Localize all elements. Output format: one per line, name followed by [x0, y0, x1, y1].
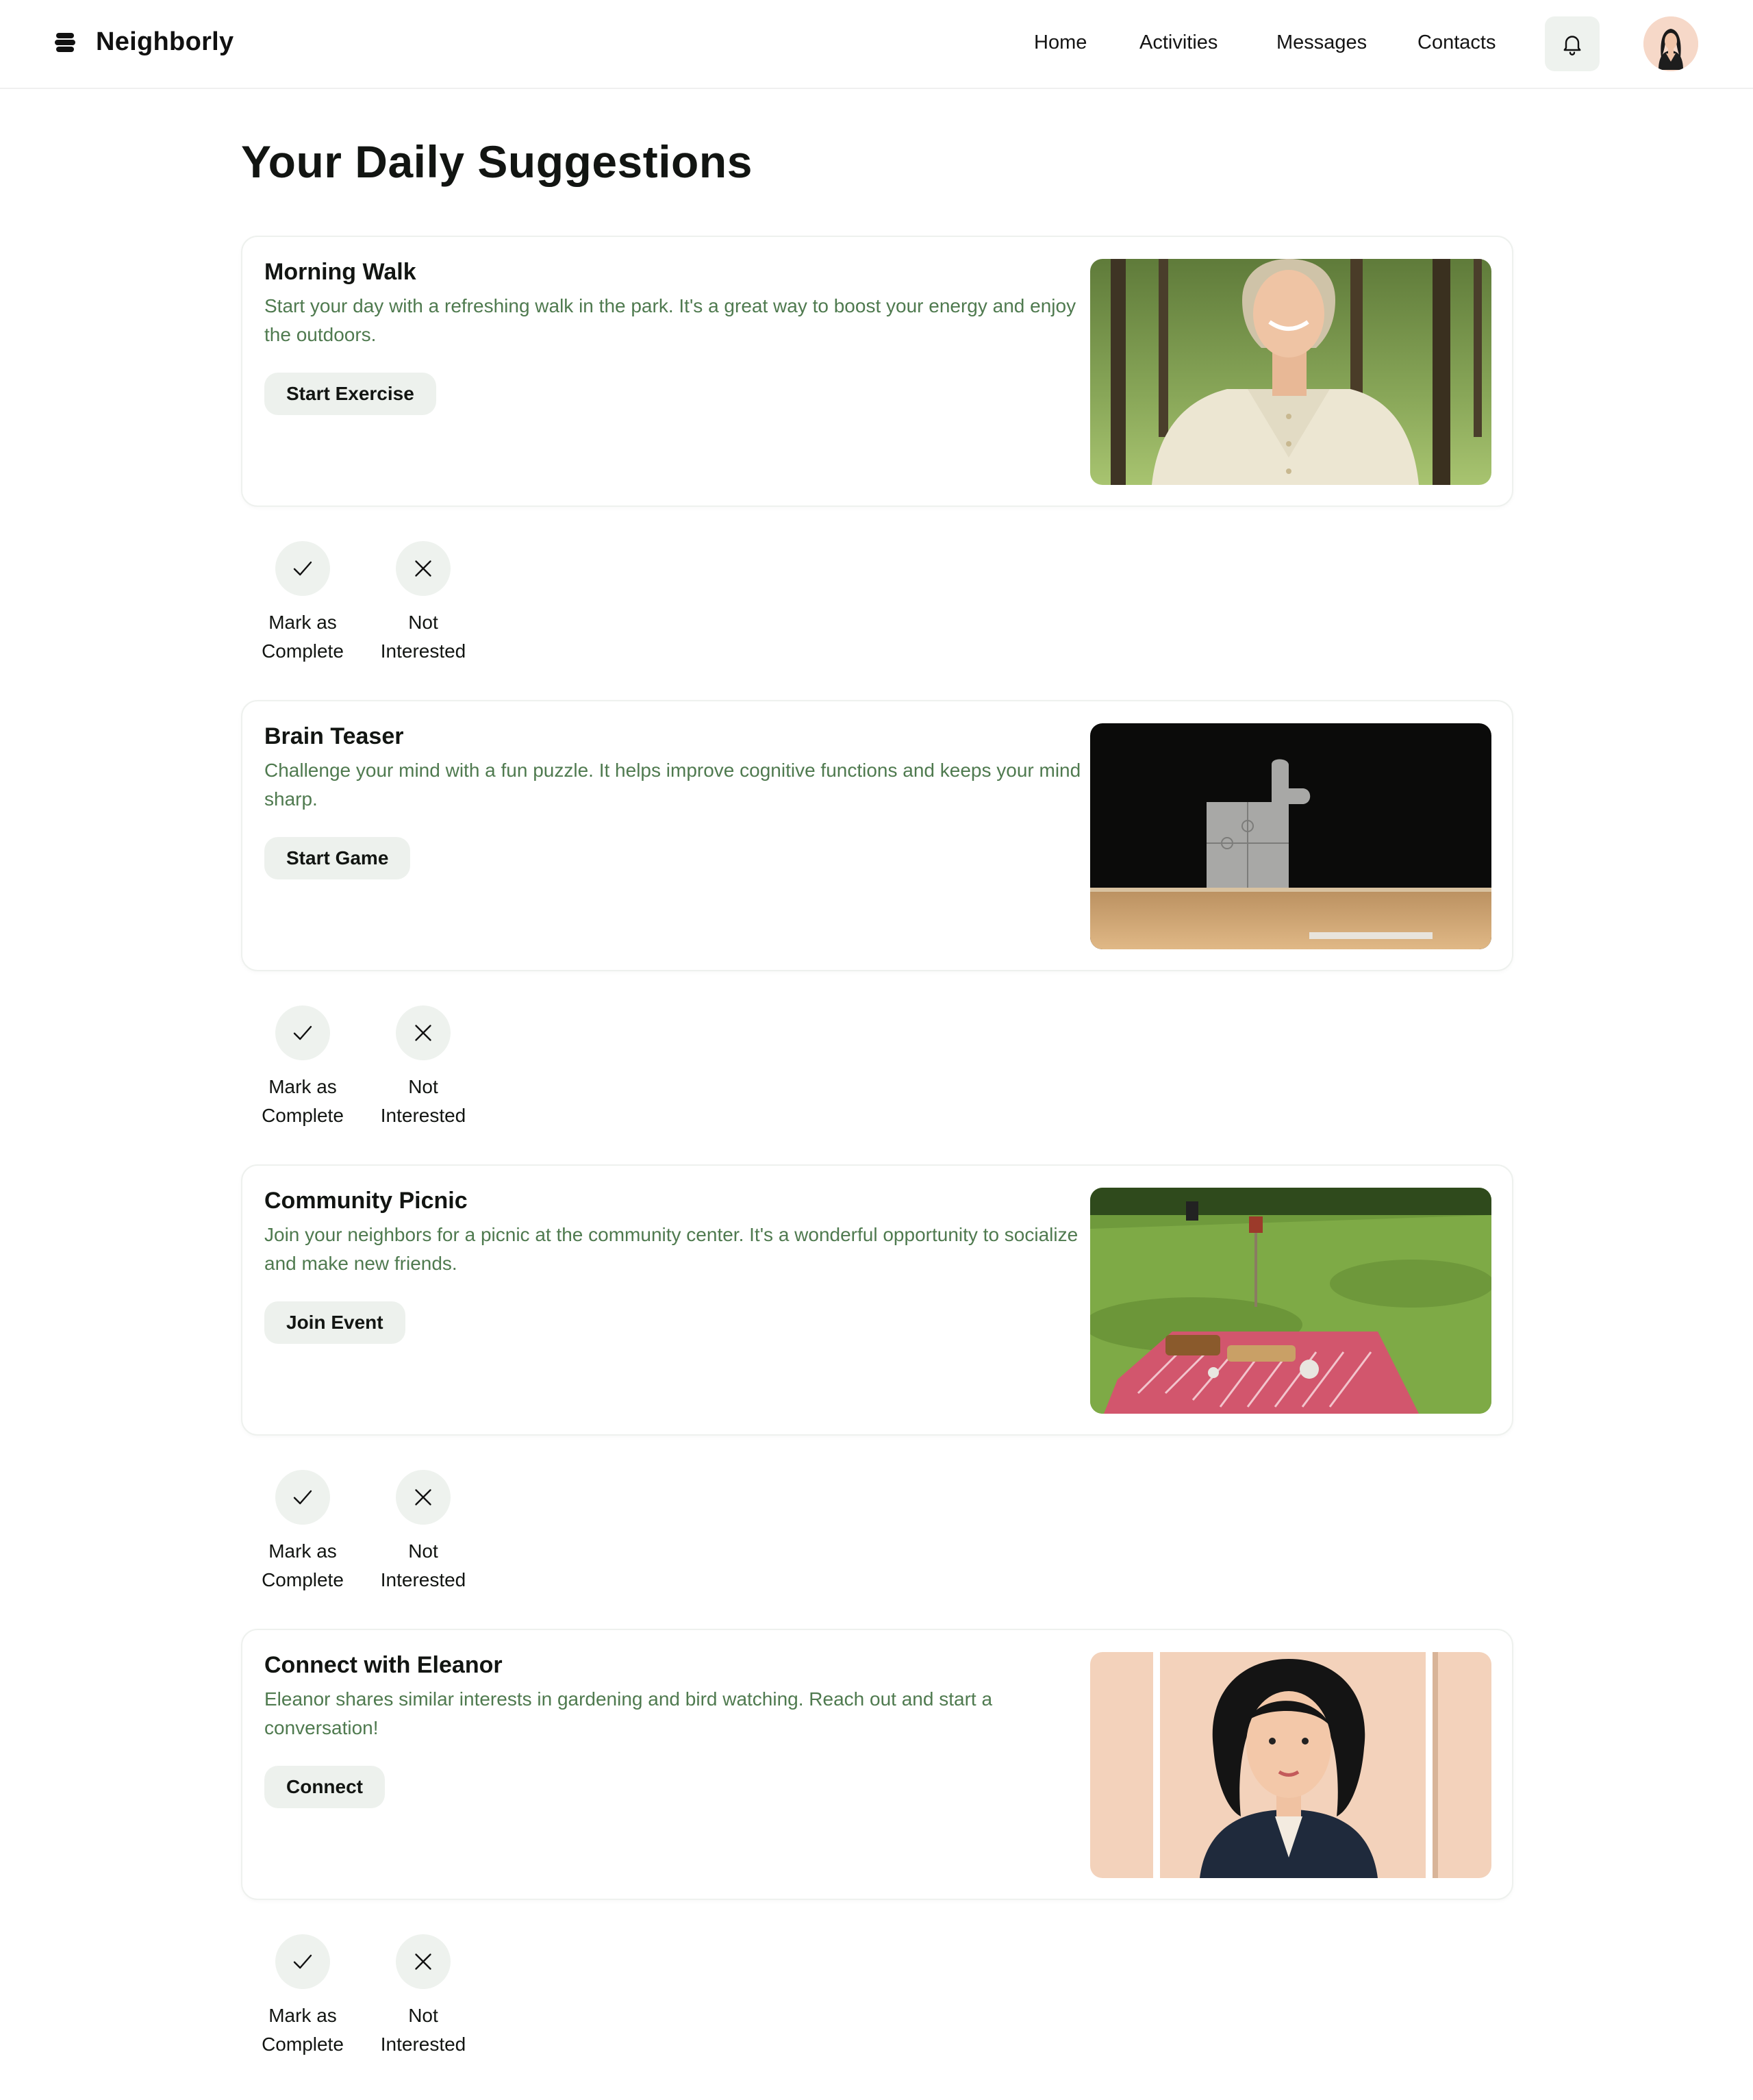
card-image — [1090, 723, 1491, 949]
action-label: Not Interested — [380, 1076, 466, 1126]
card-image — [1090, 1188, 1491, 1414]
suggestion-card: Morning Walk Start your day with a refre… — [241, 236, 1513, 507]
puzzle-image — [1090, 723, 1491, 949]
card-description: Start your day with a refreshing walk in… — [264, 295, 1076, 345]
action-circle — [396, 1470, 451, 1525]
connect-button[interactable]: Connect — [264, 1766, 385, 1808]
close-icon — [415, 1953, 431, 1970]
card-image — [1090, 259, 1491, 485]
action-circle — [396, 1934, 451, 1989]
suggestion-card: Connect with Eleanor Eleanor shares simi… — [241, 1629, 1513, 1900]
app-name: Neighborly — [96, 27, 234, 56]
card-title: Connect with Eleanor — [264, 1652, 503, 1678]
card-image — [1090, 1652, 1491, 1878]
close-icon — [415, 1025, 431, 1041]
brand[interactable]: Neighborly — [53, 27, 234, 57]
join-event-button[interactable]: Join Event — [264, 1301, 405, 1344]
action-circle — [396, 541, 451, 596]
card-description: Eleanor shares similar interests in gard… — [264, 1688, 993, 1738]
notifications-button[interactable] — [1545, 16, 1600, 71]
bell-icon — [1563, 36, 1581, 55]
suggestion-card: Brain Teaser Challenge your mind with a … — [241, 700, 1513, 971]
mark-complete-button[interactable]: Mark as Complete — [241, 1934, 364, 2059]
mark-complete-button[interactable]: Mark as Complete — [241, 1470, 364, 1595]
not-interested-button[interactable]: Not Interested — [362, 1005, 485, 1130]
action-label: Mark as Complete — [262, 1540, 344, 1590]
card-description: Challenge your mind with a fun puzzle. I… — [264, 760, 1081, 810]
check-icon — [293, 1954, 312, 1969]
card-actions: Mark as Complete Not Interested — [241, 1005, 515, 1136]
action-circle — [275, 1005, 330, 1060]
action-label: Not Interested — [380, 1540, 466, 1590]
start-game-button[interactable]: Start Game — [264, 837, 411, 879]
not-interested-button[interactable]: Not Interested — [362, 1470, 485, 1595]
logo-icon — [55, 32, 75, 52]
card-title: Community Picnic — [264, 1188, 468, 1214]
card-actions: Mark as Complete Not Interested — [241, 1934, 515, 2064]
close-icon — [415, 1489, 431, 1505]
check-icon — [293, 1025, 312, 1040]
start-exercise-button[interactable]: Start Exercise — [264, 373, 436, 415]
card-title: Brain Teaser — [264, 723, 404, 749]
action-circle — [275, 1470, 330, 1525]
check-icon — [293, 561, 312, 576]
card-title: Morning Walk — [264, 259, 416, 285]
card-actions: Mark as Complete Not Interested — [241, 1470, 515, 1600]
action-label: Mark as Complete — [262, 2005, 344, 2055]
mark-complete-button[interactable]: Mark as Complete — [241, 541, 364, 666]
not-interested-button[interactable]: Not Interested — [362, 1934, 485, 2059]
nav-activities[interactable]: Activities — [1139, 32, 1218, 54]
page-title: Your Daily Suggestions — [241, 136, 753, 187]
action-circle — [275, 1934, 330, 1989]
top-navbar: Neighborly Home Activities Messages Cont… — [0, 0, 1753, 89]
user-avatar[interactable] — [1643, 16, 1698, 71]
action-label: Mark as Complete — [262, 1076, 344, 1126]
picnic-image — [1090, 1188, 1491, 1414]
action-circle — [396, 1005, 451, 1060]
action-label: Not Interested — [380, 612, 466, 662]
card-actions: Mark as Complete Not Interested — [241, 541, 515, 671]
action-label: Mark as Complete — [262, 612, 344, 662]
nav-home[interactable]: Home — [1034, 32, 1087, 54]
eleanor-portrait-image — [1090, 1652, 1491, 1878]
action-label: Not Interested — [380, 2005, 466, 2055]
avatar-image — [1643, 16, 1698, 71]
nav-messages[interactable]: Messages — [1276, 32, 1367, 54]
card-description: Join your neighbors for a picnic at the … — [264, 1224, 1079, 1274]
suggestion-card: Community Picnic Join your neighbors for… — [241, 1164, 1513, 1436]
not-interested-button[interactable]: Not Interested — [362, 541, 485, 666]
nav-contacts[interactable]: Contacts — [1417, 32, 1496, 54]
close-icon — [415, 560, 431, 577]
park-walk-image — [1090, 259, 1491, 485]
check-icon — [293, 1490, 312, 1505]
mark-complete-button[interactable]: Mark as Complete — [241, 1005, 364, 1130]
action-circle — [275, 541, 330, 596]
